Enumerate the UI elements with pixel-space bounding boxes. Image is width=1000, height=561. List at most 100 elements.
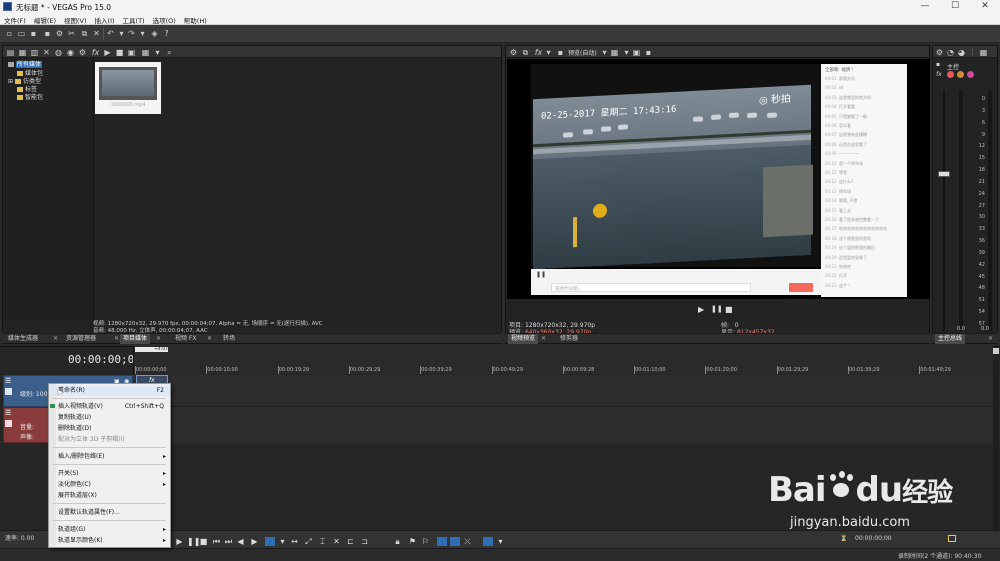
mixer-assign-icon[interactable]: ▦	[979, 48, 988, 57]
menu-help[interactable]: 帮助(H)	[180, 13, 211, 25]
menu-edit[interactable]: 编辑(E)	[30, 13, 60, 25]
solo-icon[interactable]	[957, 71, 964, 78]
menu-item-pair-stereo-3d[interactable]: 配对为立体 3D 子剪辑(I)	[49, 435, 170, 445]
minimize-icon[interactable]: —	[910, 0, 940, 13]
timeline-vertical-scrollbar[interactable]	[993, 360, 999, 530]
media-fx-icon[interactable]: ◍	[54, 48, 63, 57]
menu-tools[interactable]: 工具(T)	[119, 13, 149, 25]
undo-icon[interactable]: ↶	[106, 29, 115, 38]
render-icon[interactable]: ◈	[150, 29, 159, 38]
save-as-icon[interactable]: ▪	[43, 29, 52, 38]
go-to-start-icon[interactable]: ⏮	[212, 537, 221, 547]
maximize-icon[interactable]: ☐	[940, 0, 970, 13]
views-icon[interactable]: ▦	[141, 48, 150, 57]
menu-item-duplicate-track[interactable]: 复制轨道(U)	[49, 413, 170, 423]
close-icon[interactable]: ✕	[970, 0, 1000, 13]
media-properties-icon[interactable]: ◉	[66, 48, 75, 57]
properties-icon[interactable]: ⚙	[55, 29, 64, 38]
menu-item-default-track-properties[interactable]: 设置默认轨道属性(F)...	[49, 508, 170, 518]
stop-media-icon[interactable]: ■	[115, 48, 124, 57]
menu-item-track-group[interactable]: 轨道组(G) ▸	[49, 525, 170, 535]
go-to-end-icon[interactable]: ⏭	[224, 537, 233, 547]
tab-video-fx[interactable]: 视频 FX	[172, 334, 199, 344]
ruler-scroll-icon[interactable]	[993, 348, 999, 354]
dropdown-icon[interactable]: ▾	[622, 48, 631, 57]
open-icon[interactable]: ▭	[17, 29, 26, 38]
media-thumbnail[interactable]: 1000000.mp4	[95, 62, 161, 114]
snapping-icon[interactable]	[450, 537, 460, 546]
mute-icon[interactable]	[947, 71, 954, 78]
menu-item-fade-colors[interactable]: 淡化颜色(C) ▸	[49, 480, 170, 490]
copy-snapshot-icon[interactable]: ▣	[632, 48, 641, 57]
settings-icon[interactable]: ⚙	[78, 48, 87, 57]
menu-item-rename[interactable]: 重命名(R) F2	[49, 386, 170, 396]
tab-video-preview[interactable]: 视频预览	[508, 334, 539, 344]
split-screen-icon[interactable]: ▾	[544, 48, 553, 57]
preview-device-icon[interactable]: ⧉	[521, 48, 530, 57]
tree-smart-bins[interactable]: 智能包	[17, 94, 43, 102]
fx-icon[interactable]: fx	[534, 48, 543, 57]
auto-ripple-icon[interactable]	[437, 537, 447, 546]
close-icon[interactable]: ✕	[988, 335, 993, 342]
selection-tool-icon[interactable]: ⤢	[304, 537, 313, 547]
menu-item-expand-track-layers[interactable]: 展开轨道层(X)	[49, 491, 170, 501]
close-icon[interactable]: ✕	[53, 335, 58, 342]
import-media-icon[interactable]: ▤	[6, 48, 15, 57]
tab-media-generators[interactable]: 媒体生成器	[5, 334, 41, 344]
tab-master-bus[interactable]: 主控总线	[935, 334, 966, 344]
play-media-icon[interactable]: ▶	[103, 48, 112, 57]
tree-by-type[interactable]: ⊞ 仿类型	[8, 78, 41, 86]
menu-options[interactable]: 选项(O)	[149, 13, 180, 25]
audio-track-lane[interactable]	[133, 407, 993, 443]
normal-edit-tool-icon[interactable]	[265, 537, 275, 546]
menu-file[interactable]: 文件(F)	[0, 13, 30, 25]
tab-project-media[interactable]: 项目媒体	[120, 334, 151, 344]
close-icon[interactable]: ✕	[207, 335, 212, 342]
tree-tags[interactable]: 标签	[17, 86, 37, 94]
menu-item-switches[interactable]: 开关(S) ▸	[49, 469, 170, 479]
fx-icon[interactable]: fx	[936, 71, 942, 78]
prev-frame-icon[interactable]: ◀	[236, 537, 245, 546]
stop-icon[interactable]: ■	[199, 537, 208, 546]
marker-icon[interactable]: ⚑	[408, 537, 417, 546]
play-icon[interactable]: ▶	[175, 537, 184, 546]
tab-explorer[interactable]: 资源管理器	[63, 334, 99, 344]
tab-transitions[interactable]: 转场	[220, 334, 238, 344]
video-track-lane[interactable]: fx	[133, 375, 993, 407]
delete-icon[interactable]: ✕	[332, 537, 341, 546]
help-pointer-icon[interactable]: ?	[162, 29, 171, 38]
get-media-icon[interactable]: ▥	[30, 48, 39, 57]
copy-icon[interactable]: ⧉	[80, 29, 89, 38]
views-dropdown-icon[interactable]: ▾	[153, 48, 162, 57]
next-frame-icon[interactable]: ▶	[250, 537, 259, 546]
mixer-solo-icon[interactable]: ◕	[957, 48, 966, 57]
envelope-tool-icon[interactable]: ↔	[290, 537, 299, 546]
region-icon[interactable]: ⚐	[421, 537, 430, 546]
menu-item-insert-video-track[interactable]: 插入视频轨道(V) Ctrl+Shift+Q	[49, 402, 170, 412]
lock-envelopes-icon[interactable]	[483, 537, 493, 546]
tree-media-bins[interactable]: 媒体包	[17, 70, 43, 78]
fx-icon[interactable]: fx	[91, 48, 100, 57]
preview-quality-select[interactable]: 预览(自动)	[568, 48, 597, 57]
menu-insert[interactable]: 插入(I)	[91, 13, 119, 25]
save-icon[interactable]: ▪	[29, 29, 38, 38]
capture-icon[interactable]: ▦	[18, 48, 27, 57]
redo-icon[interactable]: ↷	[127, 29, 136, 38]
undo-dropdown-icon[interactable]: ▾	[117, 29, 126, 38]
trim-end-icon[interactable]: ⊐	[360, 537, 369, 546]
loop-icon[interactable]	[948, 535, 956, 542]
mixer-fader-icon[interactable]: ⫶	[968, 48, 977, 57]
mixer-mute-icon[interactable]: ◔	[946, 48, 955, 57]
preview-play-icon[interactable]: ▶	[698, 305, 704, 314]
close-icon[interactable]: ✕	[156, 335, 161, 342]
preview-stop-icon[interactable]: ■	[725, 305, 733, 314]
preview-settings-icon[interactable]: ⚙	[509, 48, 518, 57]
menu-view[interactable]: 视图(V)	[60, 13, 91, 25]
auto-preview-icon[interactable]: ▣	[127, 48, 136, 57]
menu-item-insert-envelope[interactable]: 插入/删除包络(E) ▸	[49, 452, 170, 462]
menu-item-delete-track[interactable]: 删除轨道(D)	[49, 424, 170, 434]
menu-item-track-display-color[interactable]: 轨道显示颜色(K) ▸	[49, 536, 170, 546]
dropdown-icon[interactable]: ▾	[496, 537, 505, 546]
lock-icon[interactable]: 🔒︎	[393, 537, 402, 547]
close-icon[interactable]: ✕	[114, 335, 119, 342]
